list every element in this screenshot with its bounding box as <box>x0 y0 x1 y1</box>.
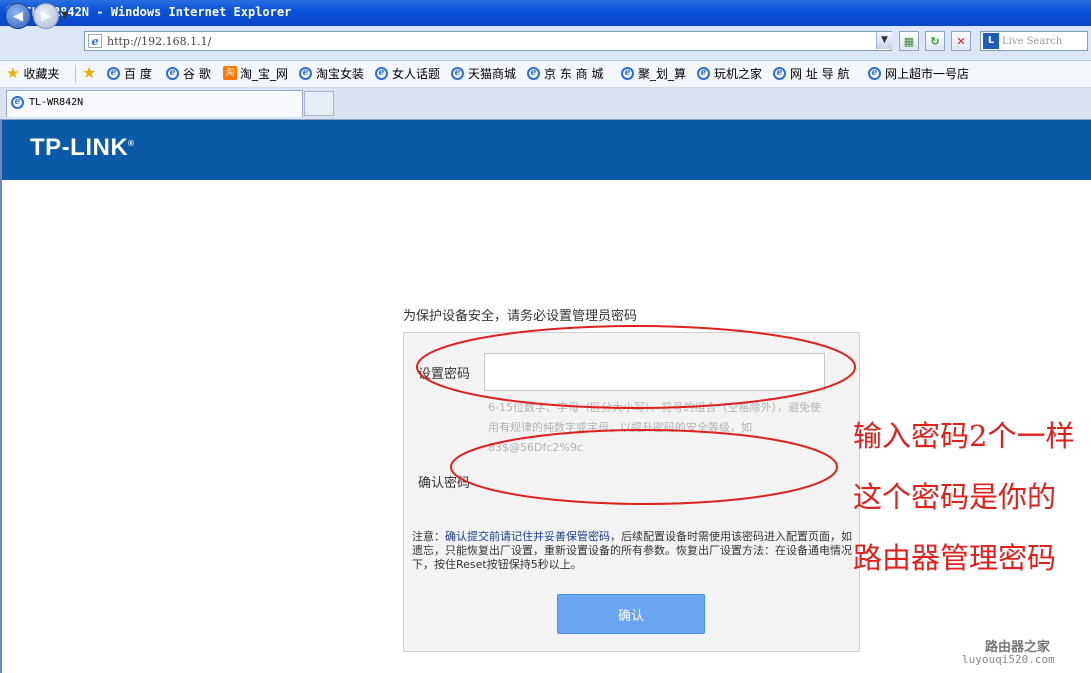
fav-item-label: 网上超市一号店 <box>885 66 970 81</box>
ie-page-icon: e <box>11 96 24 109</box>
fav-item-wanjizhijia[interactable]: e 玩机之家 <box>697 64 762 82</box>
page-compat-icon: ▦ <box>903 34 915 48</box>
chevron-down-icon: ▼ <box>881 35 888 45</box>
ie-page-icon: e <box>773 66 786 80</box>
annotation-line-3: 路由器管理密码 <box>853 541 1057 575</box>
close-icon: ✕ <box>956 34 966 48</box>
forward-button[interactable]: ▶ <box>33 3 59 29</box>
svg-text:e: e <box>92 35 99 48</box>
ie-page-icon: e <box>166 66 179 80</box>
fav-item-taobao[interactable]: 淘淘_宝_网 <box>223 64 288 82</box>
live-search-icon: L <box>983 33 999 49</box>
header-banner <box>2 120 1091 180</box>
fav-item-women-topics[interactable]: e 女人话题 <box>375 64 440 82</box>
fav-item-google[interactable]: e谷 歌 <box>166 64 211 82</box>
fav-item-juhuasuan[interactable]: e 聚_划_算 <box>621 64 686 82</box>
star-icon: ★ <box>6 64 20 82</box>
tab-label[interactable]: TL-WR842N <box>29 97 83 108</box>
page-ie-icon: e <box>88 34 102 48</box>
ie-page-icon: e <box>375 66 388 80</box>
confirm-button[interactable]: 确认 <box>557 594 705 634</box>
fav-item-label: 淘宝女装 <box>316 66 365 81</box>
ie-page-icon: e <box>697 66 710 80</box>
password-hint: 6-15位数字、字母（区分大小写）、符号的组合（空格除外），避免使用有规律的纯数… <box>488 401 821 454</box>
password-label: 设置密码 <box>418 367 471 382</box>
tp-link-logo: TP-LINK® <box>30 134 135 161</box>
search-placeholder[interactable]: Live Search <box>1002 36 1062 47</box>
fav-item-label: 谷 歌 <box>183 66 211 81</box>
fav-item-label: 淘_宝_网 <box>240 66 289 81</box>
fav-item-label: 京 东 商 城 <box>544 66 604 81</box>
confirm-password-input[interactable] <box>484 460 825 498</box>
taobao-icon: 淘 <box>223 66 237 80</box>
page-border <box>0 120 2 673</box>
ie-page-icon: e <box>299 66 312 80</box>
address-dropdown-button[interactable]: ▼ <box>876 32 892 49</box>
annotation-line-2: 这个密码是你的 <box>853 480 1057 514</box>
confirm-password-label: 确认密码 <box>418 476 471 491</box>
favorites-label: 收藏夹 <box>23 66 60 81</box>
password-notice: 为保护设备安全，请务必设置管理员密码 <box>403 309 638 324</box>
fav-item-yhd[interactable]: e 网上超市一号店 <box>868 64 969 82</box>
watermark-url: luyouqi520.com <box>962 653 1055 666</box>
fav-item-label: 天猫商城 <box>468 66 517 81</box>
ie-page-icon: e <box>451 66 464 80</box>
arrow-left-icon: ◀ <box>13 8 23 24</box>
favorites-button[interactable]: ★ 收藏夹 <box>6 64 59 82</box>
refresh-button[interactable]: ↻ <box>925 31 945 51</box>
ie-page-icon: e <box>868 66 881 80</box>
fav-item-label: 聚_划_算 <box>638 66 687 81</box>
ie-page-icon: e <box>107 66 120 80</box>
address-url[interactable]: http://192.168.1.1/ <box>107 35 211 48</box>
back-button[interactable]: ◀ <box>5 3 31 29</box>
ie-page-icon: e <box>621 66 634 80</box>
divider <box>75 65 76 83</box>
annotation-line-1: 输入密码2个一样 <box>853 419 1075 453</box>
fav-item-jd[interactable]: e京 东 商 城 <box>527 64 603 82</box>
arrow-right-icon: ▶ <box>41 8 51 24</box>
password-input[interactable] <box>484 353 825 391</box>
ie-page-icon: e <box>527 66 540 80</box>
fav-item-baidu[interactable]: e百 度 <box>107 64 152 82</box>
new-tab-button[interactable] <box>304 91 334 116</box>
fav-item-label: 网 址 导 航 <box>790 66 850 81</box>
fav-item-taobao-women[interactable]: e 淘宝女装 <box>299 64 364 82</box>
refresh-icon: ↻ <box>930 34 940 48</box>
fav-item-nav[interactable]: e网 址 导 航 <box>773 64 849 82</box>
compatibility-view-button[interactable]: ▦ <box>899 31 919 51</box>
history-dropdown-button[interactable]: ▼ <box>61 10 69 21</box>
password-note: 注意：确认提交前请记住并妥善保管密码，后续配置设备时需使用该密码进入配置页面，如… <box>412 530 852 571</box>
fav-item-label: 女人话题 <box>392 66 441 81</box>
fav-item-label: 玩机之家 <box>714 66 763 81</box>
add-favorite-icon[interactable]: ★ <box>82 63 96 82</box>
stop-button[interactable]: ✕ <box>951 31 971 51</box>
fav-item-label: 百 度 <box>124 66 152 81</box>
chevron-down-icon: ▼ <box>61 10 69 21</box>
fav-item-tmall[interactable]: e 天猫商城 <box>451 64 516 82</box>
